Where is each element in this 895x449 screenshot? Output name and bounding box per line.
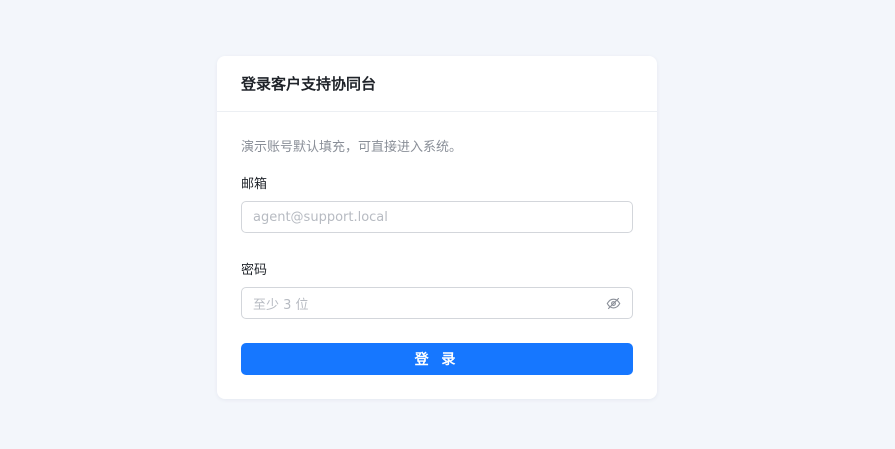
password-field[interactable]: 至少 3 位 (241, 287, 633, 319)
eye-off-icon[interactable] (605, 295, 621, 311)
password-label: 密码 (241, 263, 268, 278)
login-card: 登录客户支持协同台 演示账号默认填充，可直接进入系统。 邮箱 agent@sup… (217, 56, 657, 399)
card-header: 登录客户支持协同台 (217, 56, 657, 112)
email-label: 邮箱 (241, 177, 268, 192)
demo-hint-text: 演示账号默认填充，可直接进入系统。 (241, 140, 463, 155)
email-placeholder: agent@support.local (253, 209, 388, 225)
login-button[interactable]: 登 录 (241, 343, 633, 375)
password-placeholder: 至少 3 位 (253, 297, 309, 313)
email-field[interactable]: agent@support.local (241, 201, 633, 233)
page-title: 登录客户支持协同台 (241, 75, 377, 93)
